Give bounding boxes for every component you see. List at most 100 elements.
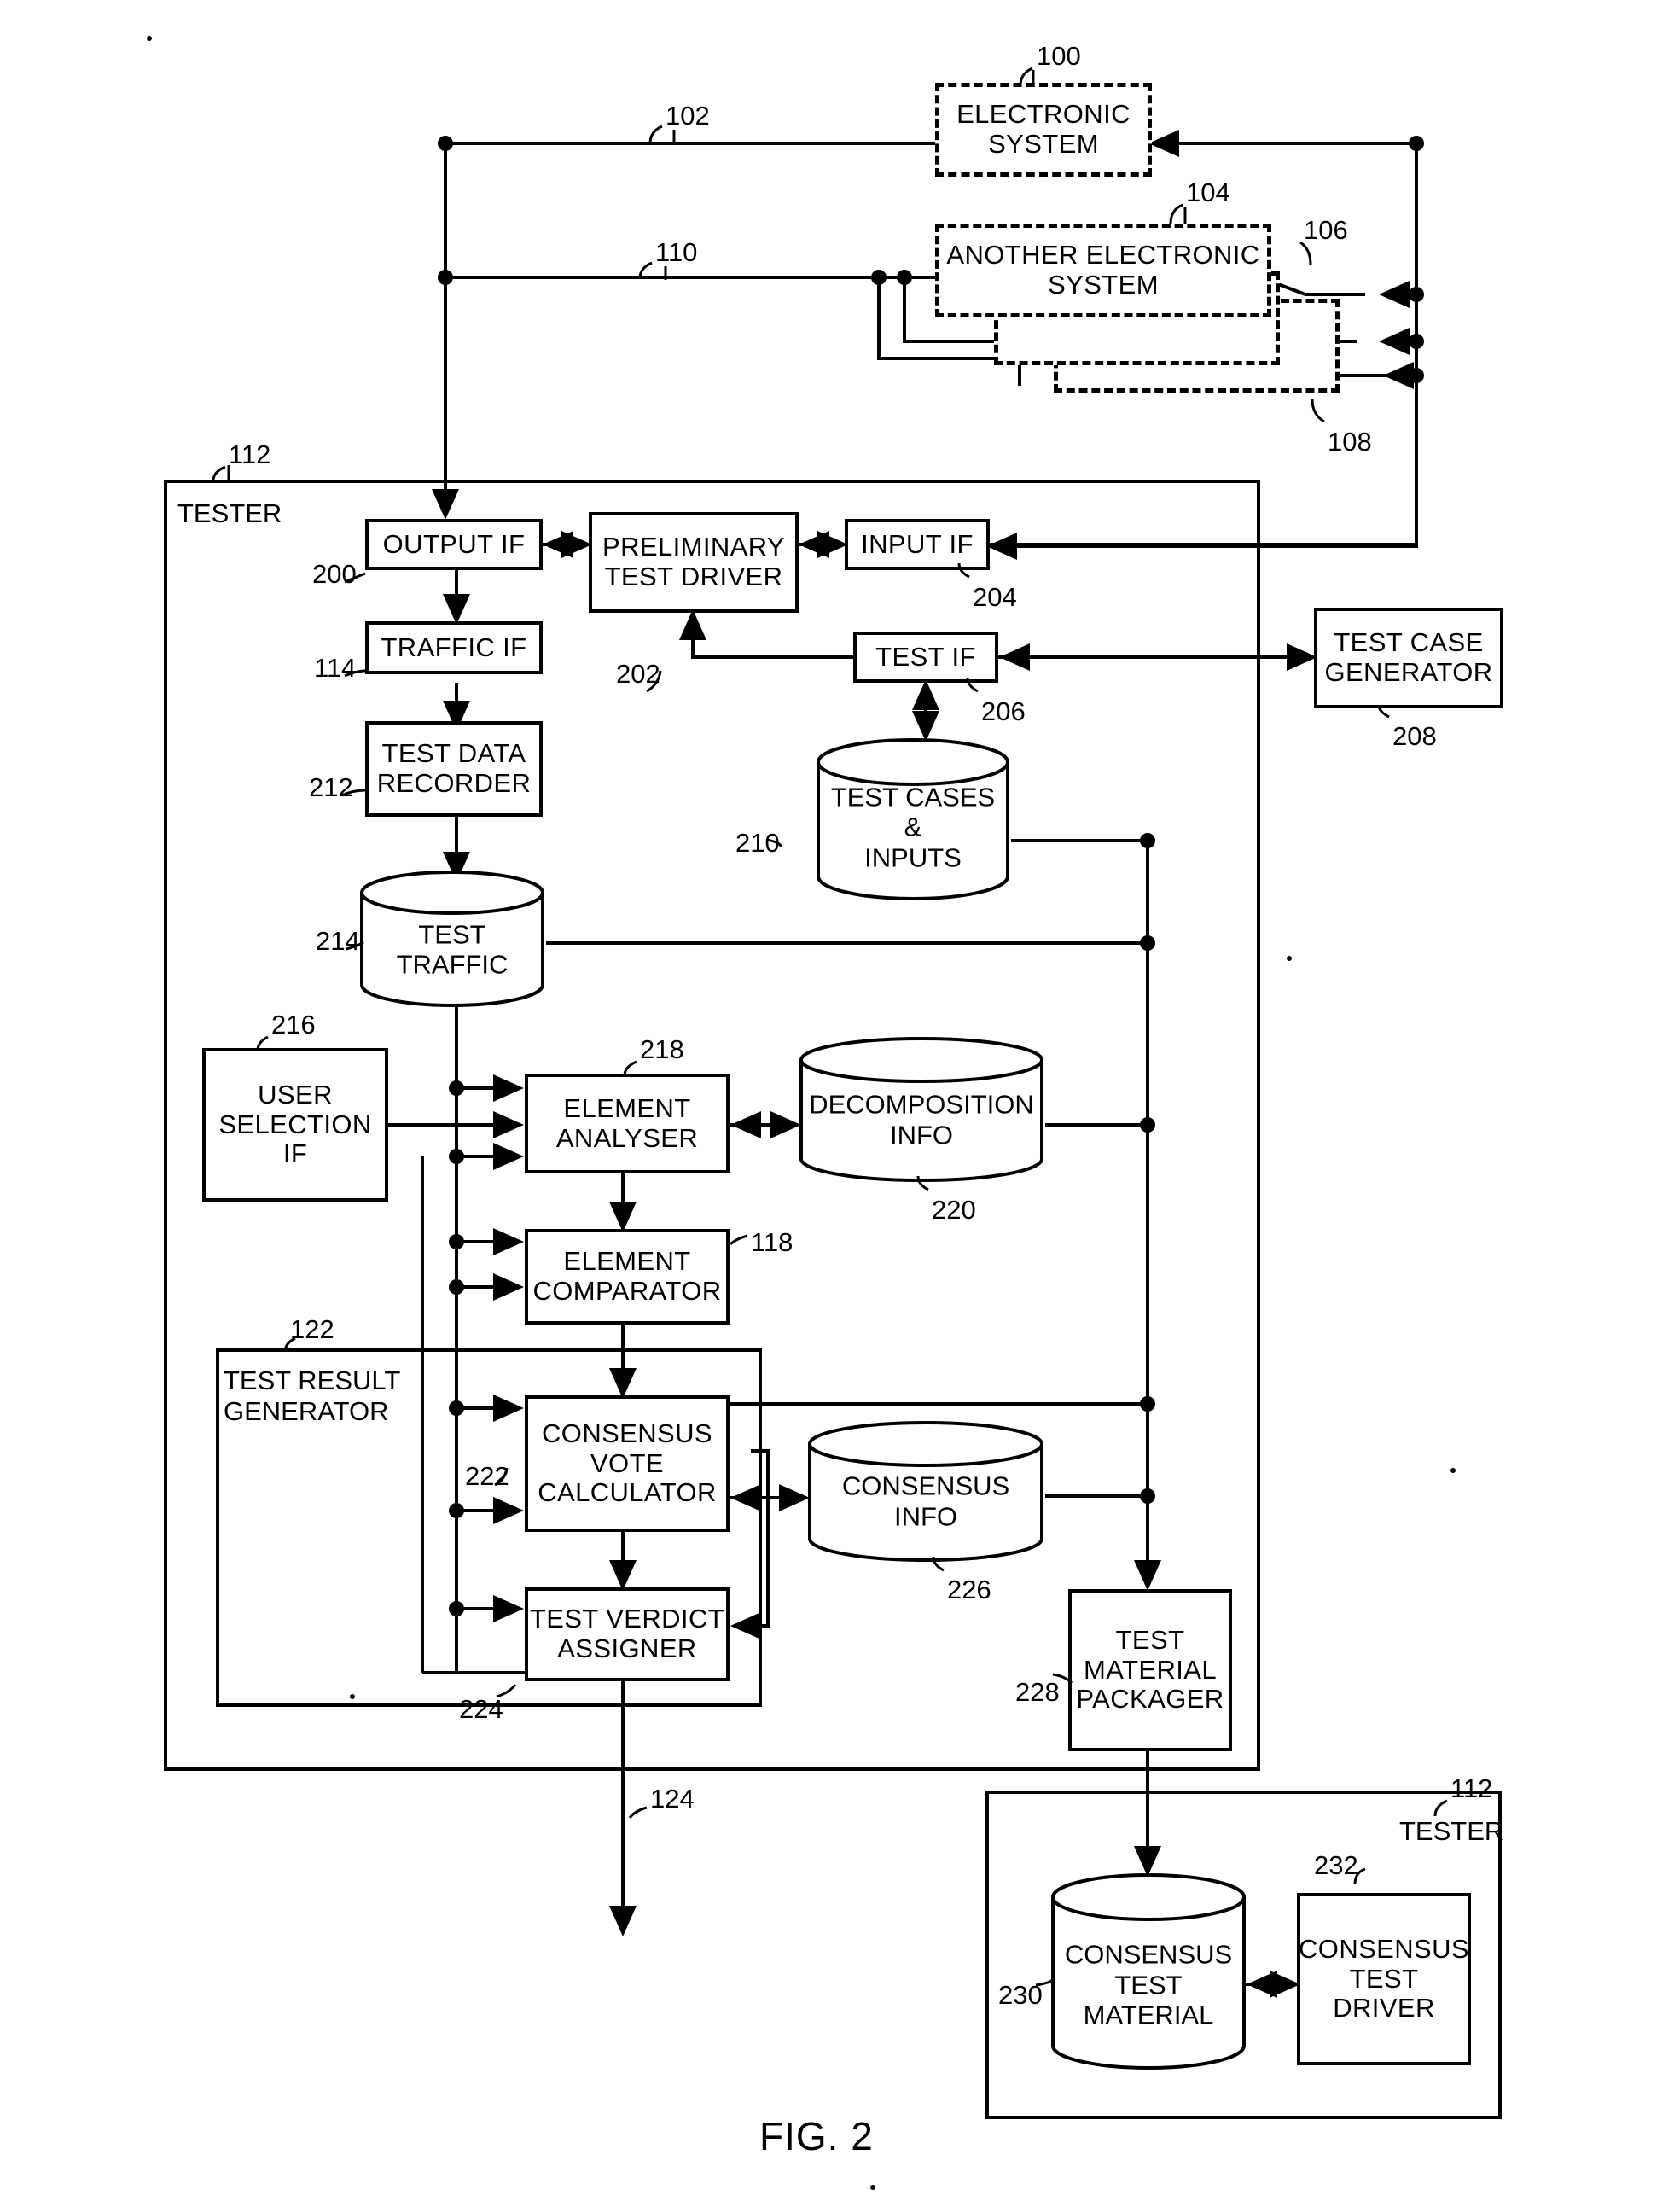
node-label-line3: CALCULATOR (538, 1477, 717, 1508)
node-label-line2: TRAFFIC (396, 949, 509, 980)
ref-110: 110 (655, 237, 698, 267)
ref-202: 202 (616, 659, 660, 689)
node-label-line2: TEST (1114, 1970, 1183, 2000)
node-label-line2: MATERIAL (1084, 1654, 1217, 1685)
tester-sub-title: TESTER (1399, 1816, 1503, 1847)
ref-218: 218 (640, 1034, 684, 1064)
cylinder-label: TEST TRAFFIC (358, 919, 546, 980)
scan-speck (350, 1694, 355, 1699)
node-user-selection-if: USER SELECTION IF (202, 1048, 388, 1202)
node-label-line2: TEST DRIVER (604, 562, 783, 591)
node-label-line1: ELEMENT (563, 1246, 691, 1277)
ref-114: 114 (314, 653, 357, 683)
cylinder-label: TEST CASES & INPUTS (815, 782, 1011, 873)
node-label-line3: IF (282, 1138, 308, 1169)
node-label-line2: ANALYSER (555, 1122, 699, 1153)
figure-canvas: ELECTRONIC SYSTEM ANOTHER ELECTRONIC SYS… (0, 0, 1680, 2207)
scan-speck (870, 2185, 875, 2190)
node-label-line2: INFO (893, 1501, 958, 1532)
node-consensus-vote-calculator: CONSENSUS VOTE CALCULATOR (525, 1395, 730, 1532)
node-label-line2: ASSIGNER (557, 1633, 697, 1663)
node-label: INPUT IF (861, 528, 974, 559)
node-label: TEST IF (875, 641, 976, 672)
node-consensus-test-material: CONSENSUS TEST MATERIAL (1049, 1873, 1247, 2070)
ref-220: 220 (932, 1195, 976, 1225)
node-element-comparator: ELEMENT COMPARATOR (525, 1229, 730, 1325)
tester-main-title: TESTER (177, 498, 282, 529)
node-label-line3: PACKAGER (1076, 1684, 1224, 1715)
ref-226: 226 (947, 1575, 991, 1604)
ref-112-sub: 112 (1450, 1773, 1493, 1803)
node-label-line1: TEST VERDICT (529, 1604, 725, 1634)
ref-100: 100 (1037, 41, 1081, 71)
node-label-line2: SYSTEM (1048, 270, 1159, 300)
node-label-line1: ELEMENT (563, 1092, 691, 1123)
ref-122: 122 (290, 1314, 334, 1344)
ref-224: 224 (459, 1694, 503, 1724)
node-label-line3: INPUTS (864, 842, 962, 873)
node-label-line1: TEST (418, 919, 486, 950)
node-label-line2: TEST (1349, 1963, 1419, 1994)
node-label-line1: CONSENSUS (1299, 1933, 1469, 1964)
ref-112-main: 112 (229, 440, 271, 469)
node-test-verdict-assigner: TEST VERDICT ASSIGNER (525, 1587, 730, 1681)
ref-204: 204 (973, 582, 1017, 612)
ref-124: 124 (650, 1784, 695, 1814)
node-test-material-packager: TEST MATERIAL PACKAGER (1068, 1589, 1232, 1751)
node-label-line1: PRELIMINARY (602, 532, 785, 562)
node-label-line2: COMPARATOR (532, 1276, 722, 1306)
node-label-line1: DECOMPOSITION (809, 1089, 1034, 1120)
ref-208: 208 (1392, 721, 1437, 751)
node-decomposition-info: DECOMPOSITION INFO (798, 1037, 1045, 1182)
cylinder-label: CONSENSUS TEST MATERIAL (1049, 1940, 1247, 2031)
node-label: OUTPUT IF (382, 528, 526, 559)
node-input-if: INPUT IF (845, 519, 990, 570)
node-output-if: OUTPUT IF (365, 519, 543, 570)
node-consensus-info: CONSENSUS INFO (806, 1421, 1045, 1562)
node-label-line2: & (904, 812, 922, 842)
node-label-line1: CONSENSUS (841, 1470, 1010, 1501)
node-label-line1: CONSENSUS (1064, 1939, 1233, 1970)
node-preliminary-test-driver: PRELIMINARY TEST DRIVER (589, 512, 799, 613)
node-label-line2: RECORDER (376, 768, 532, 798)
node-electronic-system: ELECTRONIC SYSTEM (935, 83, 1152, 177)
node-test-case-generator: TEST CASE GENERATOR (1314, 608, 1503, 708)
ref-222: 222 (465, 1461, 509, 1491)
test-result-generator-title: TEST RESULT GENERATOR (224, 1366, 400, 1426)
node-traffic-if: TRAFFIC IF (365, 621, 543, 674)
ref-216: 216 (271, 1010, 316, 1039)
figure-caption: FIG. 2 (759, 2114, 874, 2158)
ref-214: 214 (316, 926, 360, 956)
cylinder-label: CONSENSUS INFO (806, 1470, 1045, 1531)
node-test-data-recorder: TEST DATA RECORDER (365, 721, 543, 817)
node-label-line1: ELECTRONIC (956, 99, 1131, 130)
node-label: TRAFFIC IF (381, 632, 527, 662)
ref-212: 212 (309, 772, 353, 802)
node-consensus-test-driver: CONSENSUS TEST DRIVER (1297, 1893, 1471, 2065)
node-test-traffic: TEST TRAFFIC (358, 871, 546, 1007)
tester-main-title-text: TESTER (177, 498, 282, 528)
trg-title-line2: GENERATOR (224, 1395, 389, 1426)
node-label-line1: TEST DATA (381, 738, 526, 769)
node-element-analyser: ELEMENT ANALYSER (525, 1074, 730, 1173)
node-label-line3: MATERIAL (1083, 2000, 1214, 2030)
scan-speck (147, 36, 152, 41)
ref-104: 104 (1186, 178, 1230, 207)
node-label-line2: VOTE (590, 1447, 664, 1478)
node-label-line3: DRIVER (1333, 1993, 1435, 2024)
scan-speck (1287, 956, 1292, 961)
node-label-line2: GENERATOR (1324, 657, 1493, 687)
node-label-line1: TEST CASE (1334, 627, 1484, 658)
node-label-line2: INFO (889, 1119, 954, 1150)
node-test-cases-inputs: TEST CASES & INPUTS (815, 738, 1011, 900)
cylinder-label: DECOMPOSITION INFO (798, 1089, 1045, 1150)
ref-106: 106 (1304, 215, 1348, 245)
node-label-line1: CONSENSUS (542, 1418, 712, 1448)
ref-228: 228 (1015, 1677, 1060, 1707)
trg-title-line1: TEST RESULT (224, 1366, 401, 1395)
ref-210: 210 (735, 828, 780, 858)
ref-232: 232 (1314, 1850, 1358, 1880)
node-test-if: TEST IF (853, 632, 998, 683)
node-label-line1: TEST CASES (830, 782, 996, 812)
ref-206: 206 (981, 696, 1026, 726)
